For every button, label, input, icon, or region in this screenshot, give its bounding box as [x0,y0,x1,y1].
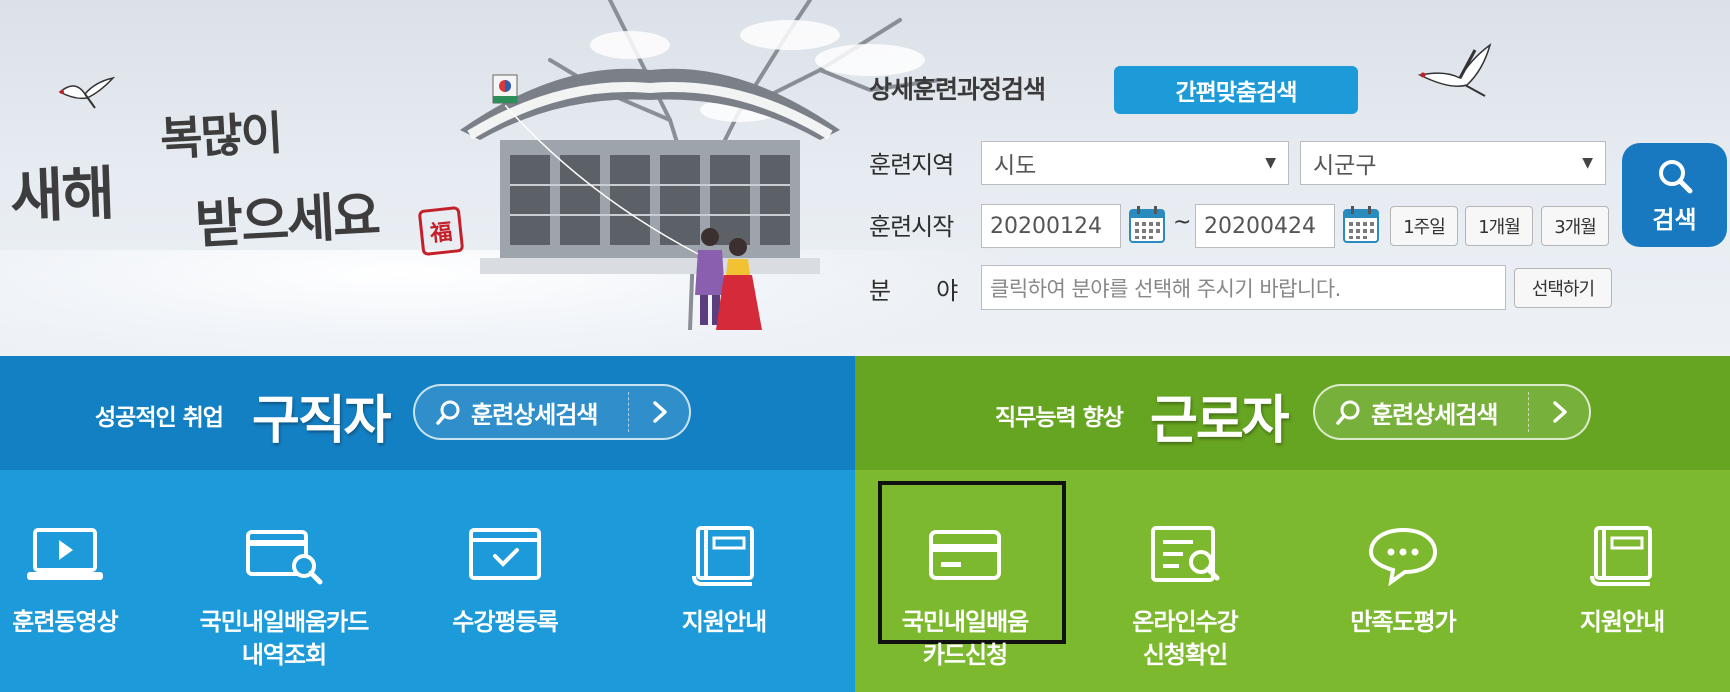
menu-item-course-review[interactable]: 수강평등록 [405,470,605,692]
worker-detail-search-label: 훈련상세검색 [1371,400,1498,429]
menu-item-worker-support-info[interactable]: 지원안내 [1522,470,1722,692]
job-seeker-header-bar: 성공적인 취업 구직자 훈련상세검색 [0,356,855,470]
start-date-input[interactable]: 20200124 [981,204,1121,248]
calendar-icon[interactable] [1128,204,1166,244]
region-label: 훈련지역 [869,151,954,179]
button-divider [628,392,629,432]
card-search-icon [246,530,323,585]
worker-subtitle: 직무능력 향상 [995,405,1124,431]
kite-string [505,105,701,256]
quick-search-button[interactable]: 간편맞춤검색 [1114,66,1358,114]
menu-item-card-history[interactable]: 국민내일배움카드 내역조회 [184,470,384,692]
document-search-icon [1151,526,1220,582]
book-icon [692,526,754,586]
district-select-value: 시군구 [1313,153,1377,179]
province-select[interactable]: 시도 ▼ [981,141,1289,185]
greeting-line-2: 새해 [9,159,115,231]
start-date-label: 훈련시작 [869,213,954,241]
menu-item-label: 만족도평가 [1350,608,1456,636]
video-play-icon [27,528,103,580]
menu-item-training-video[interactable]: 훈련동영상 [0,470,165,692]
chevron-right-icon [1553,401,1567,423]
book-icon [1590,526,1652,586]
menu-item-card-application[interactable]: 국민내일배움 카드신청 [865,470,1066,692]
job-seeker-detail-search-button[interactable]: 훈련상세검색 [413,384,691,440]
menu-item-label: 국민내일배움 카드신청 [901,608,1029,669]
fortune-seal-stamp: 福 [417,205,465,257]
menu-item-label: 훈련동영상 [12,608,118,636]
search-icon [1336,400,1360,425]
new-year-greeting: 복많이 새해 받으세요 [9,100,440,260]
job-seeker-subtitle: 성공적인 취업 [95,405,224,431]
period-3-month-button[interactable]: 3개월 [1541,206,1609,246]
menu-item-label: 지원안내 [681,608,767,636]
province-select-value: 시도 [994,153,1037,179]
children-illustration [695,228,762,330]
job-seeker-panel: 성공적인 취업 구직자 훈련상세검색 훈련동영상 국민내일배움카드 내역조회 수… [0,356,855,692]
detail-search-title: 상세훈련과정검색 [869,75,1046,104]
worker-title: 근로자 [1150,391,1290,451]
period-1-month-button[interactable]: 1개월 [1465,206,1533,246]
chat-bubble-icon [1368,527,1438,586]
menu-item-label: 온라인수강 신청확인 [1132,608,1238,669]
greeting-line-3: 받으세요 [193,185,381,256]
end-date-input[interactable]: 20200424 [1195,204,1335,248]
search-icon [1658,159,1692,193]
hero-banner: 복많이 새해 받으세요 福 상세훈련과정검색 간편맞춤검색 훈련지역 시도 ▼ … [0,0,1730,356]
button-divider [1528,392,1529,432]
menu-item-label: 수강평등록 [452,608,558,636]
menu-item-label: 지원안내 [1579,608,1665,636]
worker-header-bar: 직무능력 향상 근로자 훈련상세검색 [855,356,1730,470]
period-1-week-button[interactable]: 1주일 [1390,206,1458,246]
menu-item-label: 국민내일배움카드 내역조회 [199,608,370,669]
field-select-button[interactable]: 선택하기 [1514,268,1612,308]
worker-panel: 직무능력 향상 근로자 훈련상세검색 국민내일배움 카드신청 온라인수강 신청확… [855,356,1730,692]
credit-card-icon [929,530,1001,580]
menu-item-satisfaction-survey[interactable]: 만족도평가 [1303,470,1503,692]
chevron-right-icon [653,401,667,423]
menu-item-support-info[interactable]: 지원안내 [624,470,824,692]
menu-item-online-enroll-check[interactable]: 온라인수강 신청확인 [1085,470,1285,692]
kite-icon [492,74,518,104]
crane-bird-icon [1417,43,1492,97]
worker-detail-search-button[interactable]: 훈련상세검색 [1313,384,1591,440]
district-select[interactable]: 시군구 ▼ [1300,141,1606,185]
job-seeker-title: 구직자 [252,391,392,451]
greeting-line-1: 복많이 [158,105,283,167]
calendar-icon[interactable] [1342,204,1380,244]
chevron-down-icon: ▼ [1582,155,1593,171]
field-input[interactable]: 클릭하여 분야를 선택해 주시기 바랍니다. [981,265,1506,310]
field-label: 분 야 [869,277,958,305]
search-button-label: 검색 [1652,205,1697,234]
window-check-icon [469,528,541,580]
job-seeker-detail-search-label: 훈련상세검색 [471,400,598,429]
date-range-separator: ~ [1173,210,1192,235]
search-icon [436,400,460,425]
chevron-down-icon: ▼ [1265,155,1276,171]
search-button[interactable]: 검색 [1622,143,1727,247]
